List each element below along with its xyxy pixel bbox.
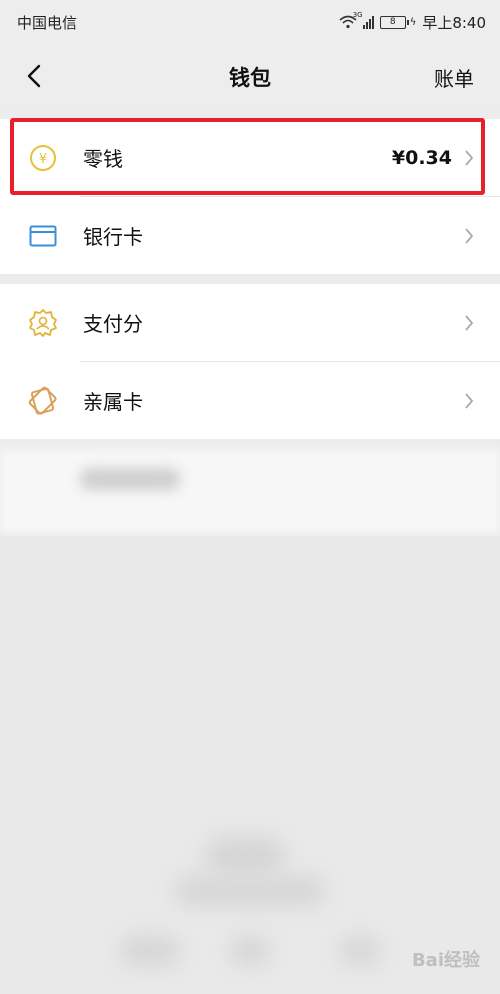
back-button[interactable] [20,58,48,94]
payment-score-icon [28,308,58,338]
blurred-area [0,536,500,994]
family-card-row[interactable]: 亲属卡 [0,362,500,439]
blurred-item [80,468,180,490]
svg-text:¥: ¥ [39,152,47,167]
page-title: 钱包 [229,66,271,90]
chevron-right-icon [465,149,474,166]
network-type: 3G [352,11,363,19]
change-amount: ¥0.34 [391,146,452,169]
change-label: 零钱 [83,147,123,171]
services-card: 支付分 亲属卡 [0,284,500,439]
coin-icon: ¥ [28,143,58,173]
signal-icon: 3G [353,11,374,29]
title-bar: 钱包 账单 [0,44,500,110]
payment-score-label: 支付分 [83,312,143,336]
charging-icon: ϟ [409,16,417,28]
chevron-right-icon [465,314,474,331]
battery-icon: 8 [379,15,409,29]
change-row[interactable]: ¥ 零钱 ¥0.34 [0,119,500,196]
blurred-card [0,449,500,533]
bill-link[interactable]: 账单 [434,63,474,92]
chevron-right-icon [465,227,474,244]
family-card-label: 亲属卡 [83,390,143,414]
clock: 早上8:40 [422,13,486,32]
watermark: Bai经验 [411,950,480,971]
bank-card-icon [28,221,58,251]
carrier-name: 中国电信 [17,13,78,32]
wallet-card: ¥ 零钱 ¥0.34 银行卡 [0,119,500,274]
bank-card-label: 银行卡 [83,225,143,249]
chevron-right-icon [465,392,474,409]
family-card-icon [28,386,58,416]
battery-level: 8 [389,17,396,27]
status-bar: 中国电信 3G 8 ϟ 早上8:40 [0,0,500,44]
payment-score-row[interactable]: 支付分 [0,284,500,361]
bank-card-row[interactable]: 银行卡 [0,197,500,274]
chevron-left-icon [27,64,41,88]
